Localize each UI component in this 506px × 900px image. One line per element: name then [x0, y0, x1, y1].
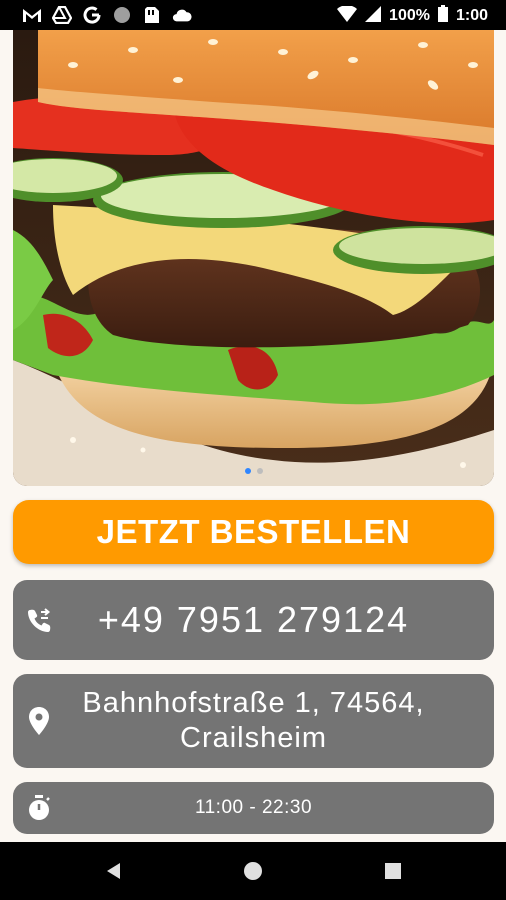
wifi-icon	[337, 4, 358, 27]
system-nav-bar	[0, 842, 506, 900]
address-line-1: Bahnhofstraße 1, 74564,	[82, 687, 425, 719]
cloud-icon	[172, 5, 192, 25]
phone-card[interactable]: +49 7951 279124	[13, 580, 494, 660]
battery-icon	[437, 5, 448, 27]
signal-icon	[365, 5, 382, 27]
carousel-indicator	[13, 468, 494, 474]
clock: 1:00	[455, 7, 488, 24]
burger-photo	[13, 30, 494, 486]
google-icon	[82, 5, 102, 25]
address-line-2: Crailsheim	[180, 722, 327, 754]
carousel-dot[interactable]	[256, 468, 263, 474]
opening-hours-card: 11:00 - 22:30	[13, 782, 494, 834]
notification-icons	[22, 5, 192, 25]
order-now-button[interactable]: JETZT BESTELLEN	[13, 500, 494, 564]
status-bar: 100% 1:00	[0, 0, 506, 30]
phone-number[interactable]: +49 7951 279124	[13, 599, 494, 641]
stopwatch-icon	[23, 792, 55, 824]
circle-icon	[112, 5, 132, 25]
home-button[interactable]	[243, 861, 263, 886]
recents-button[interactable]	[384, 861, 402, 886]
location-pin-icon	[23, 705, 55, 737]
clipboard-icon	[142, 5, 162, 25]
address-card[interactable]: Bahnhofstraße 1, 74564, Crailsheim	[13, 674, 494, 768]
phone-forward-icon	[23, 604, 55, 636]
opening-hours-text: 11:00 - 22:30	[194, 797, 313, 818]
drive-icon	[52, 5, 72, 25]
back-button[interactable]	[104, 861, 124, 886]
gmail-icon	[22, 5, 42, 25]
system-status: 100% 1:00	[337, 4, 488, 27]
battery-text: 100%	[389, 7, 430, 24]
carousel-dot-active[interactable]	[244, 468, 251, 474]
image-carousel[interactable]	[13, 30, 494, 486]
